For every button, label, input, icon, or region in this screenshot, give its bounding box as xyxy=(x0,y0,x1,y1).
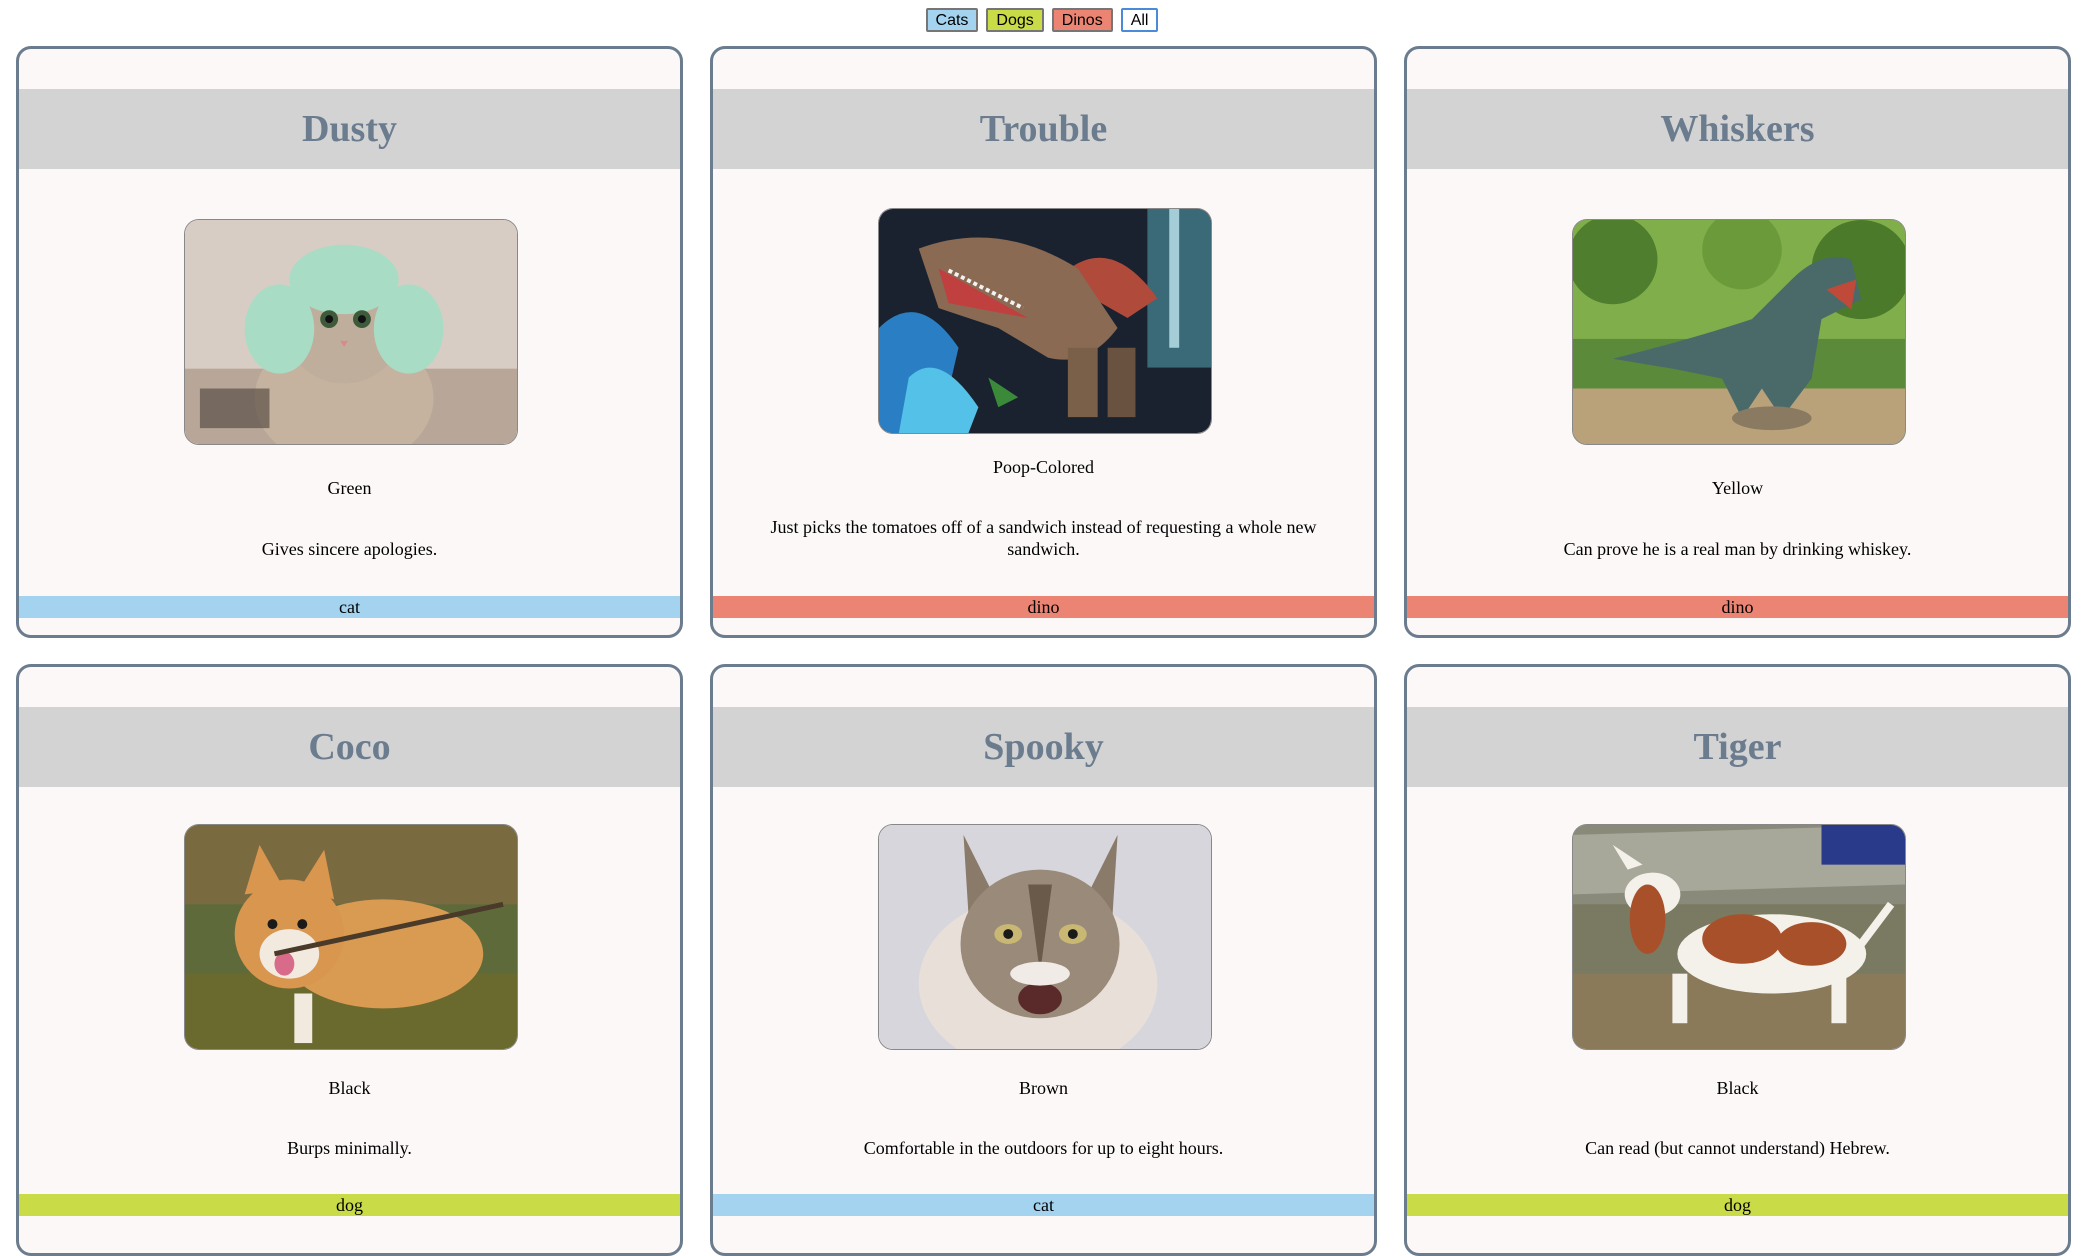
pet-color: Brown xyxy=(1019,1078,1068,1098)
pet-color: Yellow xyxy=(1711,478,1764,498)
pet-type-bar: dino xyxy=(1407,596,2068,618)
card-header: Trouble xyxy=(713,89,1374,169)
pet-color: Black xyxy=(328,1078,371,1098)
pet-photo-dino xyxy=(878,208,1212,434)
pet-card: Whiskers Yellow Can prove he is a real m… xyxy=(1404,46,2071,638)
pet-card-grid: Dusty Green Gives sincere apologies. cat xyxy=(16,46,2071,1256)
filter-all-button[interactable]: All xyxy=(1120,8,1159,32)
pet-photo-cat xyxy=(878,824,1212,1050)
pet-card: Coco Black Burps minimally. dog xyxy=(16,664,683,1256)
pet-card: Dusty Green Gives sincere apologies. cat xyxy=(16,46,683,638)
pet-card: Trouble Poop-Colored Just picks the toma… xyxy=(710,46,1377,638)
pet-description: Can read (but cannot understand) Hebrew. xyxy=(1585,1138,1890,1158)
pet-name: Tiger xyxy=(1693,726,1782,768)
pet-color: Black xyxy=(1716,1078,1759,1098)
pet-card: Spooky Brown Comfortable in the outdoors… xyxy=(710,664,1377,1256)
pet-description: Can prove he is a real man by drinking w… xyxy=(1563,539,1912,559)
pet-name: Dusty xyxy=(301,108,398,150)
card-header: Spooky xyxy=(713,707,1374,787)
pet-photo-dog xyxy=(184,824,518,1050)
filter-bar: Cats Dogs Dinos All xyxy=(0,8,2084,32)
pet-color: Green xyxy=(327,478,372,498)
pet-photo-dino xyxy=(1572,219,1906,445)
card-header: Coco xyxy=(19,707,680,787)
pet-type-bar: dog xyxy=(19,1194,680,1216)
pet-type-bar: cat xyxy=(19,596,680,618)
pet-description: Just picks the tomatoes off of a sandwic… xyxy=(770,517,1317,559)
pet-name: Trouble xyxy=(979,108,1108,150)
pet-photo-dog xyxy=(1572,824,1906,1050)
pet-name: Whiskers xyxy=(1660,108,1815,150)
card-header: Whiskers xyxy=(1407,89,2068,169)
pet-description: Burps minimally. xyxy=(287,1138,412,1158)
pet-description: Gives sincere apologies. xyxy=(261,539,438,559)
filter-cats-button[interactable]: Cats xyxy=(925,8,979,32)
filter-dogs-button[interactable]: Dogs xyxy=(986,8,1044,32)
pet-name: Spooky xyxy=(983,726,1104,768)
pet-photo-cat xyxy=(184,219,518,445)
pet-card: Tiger Black Can read (but cannot underst… xyxy=(1404,664,2071,1256)
filter-dinos-button[interactable]: Dinos xyxy=(1051,8,1113,32)
pet-type-bar: dino xyxy=(713,596,1374,618)
card-header: Dusty xyxy=(19,89,680,169)
card-header: Tiger xyxy=(1407,707,2068,787)
pet-type-bar: dog xyxy=(1407,1194,2068,1216)
pet-description: Comfortable in the outdoors for up to ei… xyxy=(863,1138,1224,1158)
pet-color: Poop-Colored xyxy=(993,457,1094,477)
pet-name: Coco xyxy=(308,726,391,768)
pet-type-bar: cat xyxy=(713,1194,1374,1216)
